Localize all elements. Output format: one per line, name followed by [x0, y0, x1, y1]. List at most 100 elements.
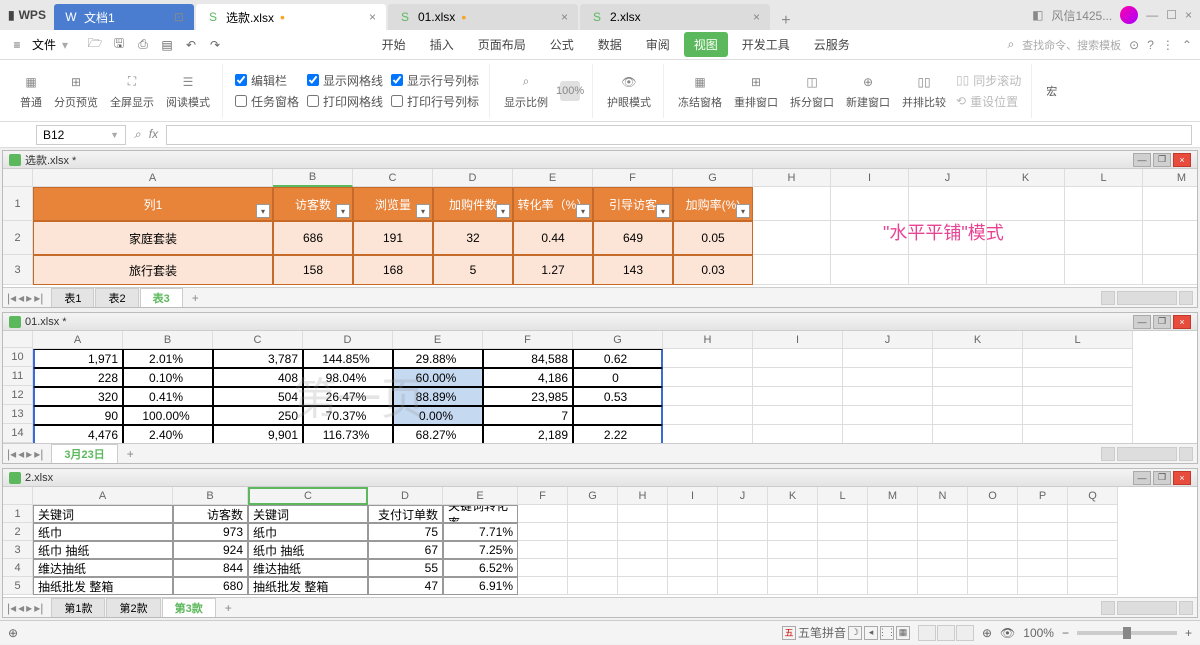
cell[interactable] — [868, 523, 918, 541]
col-header[interactable]: F — [518, 487, 568, 505]
cell[interactable] — [933, 387, 1023, 406]
cell[interactable] — [568, 505, 618, 523]
cell[interactable] — [818, 505, 868, 523]
cell[interactable]: 75 — [368, 523, 443, 541]
pane-restore[interactable]: ❐ — [1153, 471, 1171, 485]
zoom-slider[interactable] — [1077, 631, 1177, 635]
col-header[interactable]: H — [618, 487, 668, 505]
cell[interactable]: 47 — [368, 577, 443, 595]
filter-button[interactable]: ▾ — [576, 204, 590, 218]
view-break-btn[interactable] — [956, 625, 974, 641]
cell[interactable]: 26.47% — [303, 387, 393, 406]
row-header[interactable]: 4 — [3, 559, 33, 577]
cell[interactable]: 116.73% — [303, 425, 393, 443]
cell[interactable] — [518, 523, 568, 541]
cell[interactable] — [1065, 187, 1143, 221]
cell[interactable]: 90 — [33, 406, 123, 425]
avatar[interactable] — [1120, 6, 1138, 24]
menu-icon[interactable]: ≡ — [8, 36, 26, 54]
cell[interactable] — [868, 559, 918, 577]
nav-prev[interactable]: ◂ — [18, 291, 24, 305]
cell[interactable] — [718, 577, 768, 595]
cell[interactable]: 191 — [353, 221, 433, 255]
search-hint[interactable]: 查找命令、搜索模板 — [1022, 37, 1121, 53]
cell[interactable] — [568, 577, 618, 595]
cell[interactable]: 加购率(%)▾ — [673, 187, 753, 221]
cell[interactable] — [1068, 523, 1118, 541]
cell[interactable] — [843, 349, 933, 368]
grid-1[interactable]: 1 2 3 ABCDEFGHIJKLMNO 列1▾访客数▾浏览量▾加购件数▾转化… — [3, 169, 1197, 287]
user-name[interactable]: 风信1425... — [1052, 7, 1113, 24]
cell[interactable] — [1018, 541, 1068, 559]
settings-icon[interactable]: ⊙ — [1129, 38, 1139, 52]
cell[interactable] — [668, 577, 718, 595]
cell[interactable]: 649 — [593, 221, 673, 255]
cell[interactable] — [933, 349, 1023, 368]
cell[interactable] — [843, 368, 933, 387]
nav-first[interactable]: |◂ — [7, 601, 16, 615]
skin-icon[interactable]: ◧ — [1032, 8, 1043, 22]
cell[interactable] — [918, 577, 968, 595]
cell[interactable]: 0.53 — [573, 387, 663, 406]
cell[interactable] — [1065, 221, 1143, 255]
tab-close-icon[interactable]: × — [369, 10, 376, 24]
center-icon[interactable]: ⊕ — [982, 626, 992, 640]
cell[interactable] — [753, 255, 831, 285]
cell[interactable] — [768, 523, 818, 541]
cell[interactable]: 2.40% — [123, 425, 213, 443]
nav-first[interactable]: |◂ — [7, 447, 16, 461]
cell[interactable] — [618, 505, 668, 523]
row-header[interactable]: 10 — [3, 348, 33, 367]
col-header[interactable]: L — [1023, 331, 1133, 349]
cell[interactable] — [933, 425, 1023, 443]
cell[interactable] — [753, 406, 843, 425]
nav-last[interactable]: ▸| — [34, 291, 43, 305]
collapse-ribbon-icon[interactable]: ⌃ — [1182, 38, 1192, 52]
cell[interactable]: 408 — [213, 368, 303, 387]
cell[interactable] — [663, 368, 753, 387]
cell[interactable]: 55 — [368, 559, 443, 577]
doc-tab-excel[interactable]: S 01.xlsx • × — [388, 4, 578, 30]
cell[interactable] — [831, 255, 909, 285]
cell[interactable] — [933, 368, 1023, 387]
cell[interactable] — [618, 577, 668, 595]
col-header[interactable]: Q — [1068, 487, 1118, 505]
pane-restore[interactable]: ❐ — [1153, 153, 1171, 167]
cell[interactable]: 家庭套装 — [33, 221, 273, 255]
filter-button[interactable]: ▾ — [656, 204, 670, 218]
cell[interactable] — [918, 559, 968, 577]
cell[interactable] — [868, 505, 918, 523]
col-header[interactable]: A — [33, 331, 123, 349]
view-normal-btn[interactable] — [918, 625, 936, 641]
cell[interactable] — [753, 221, 831, 255]
cell[interactable] — [843, 387, 933, 406]
cell[interactable]: 1,971 — [33, 349, 123, 368]
cell[interactable]: 0.10% — [123, 368, 213, 387]
sheet-tab[interactable]: 表1 — [51, 288, 94, 307]
cell[interactable] — [618, 523, 668, 541]
search-icon[interactable]: ⌕ — [1007, 37, 1014, 52]
row-header[interactable]: 12 — [3, 386, 33, 405]
col-header[interactable]: C — [248, 487, 368, 505]
check-print-gridlines[interactable]: 打印网格线 — [307, 93, 383, 110]
row-header[interactable]: 5 — [3, 577, 33, 595]
filter-button[interactable]: ▾ — [736, 204, 750, 218]
cell[interactable] — [753, 187, 831, 221]
cell[interactable] — [1023, 368, 1133, 387]
cell[interactable]: 关键词 — [33, 505, 173, 523]
cell[interactable]: 纸巾 抽纸 — [33, 541, 173, 559]
cell[interactable] — [1068, 505, 1118, 523]
cell[interactable]: 250 — [213, 406, 303, 425]
menu-tab-review[interactable]: 审阅 — [636, 32, 680, 57]
cell[interactable]: 0.62 — [573, 349, 663, 368]
cell[interactable]: 2.22 — [573, 425, 663, 443]
cell[interactable] — [1023, 406, 1133, 425]
add-sheet[interactable]: + — [119, 447, 142, 461]
cell[interactable] — [1018, 577, 1068, 595]
col-header[interactable]: I — [668, 487, 718, 505]
cell[interactable] — [568, 523, 618, 541]
check-task-pane[interactable]: 任务窗格 — [235, 93, 299, 110]
cell[interactable]: 纸巾 抽纸 — [248, 541, 368, 559]
fx-button[interactable]: fx — [149, 127, 158, 142]
cell[interactable] — [668, 523, 718, 541]
